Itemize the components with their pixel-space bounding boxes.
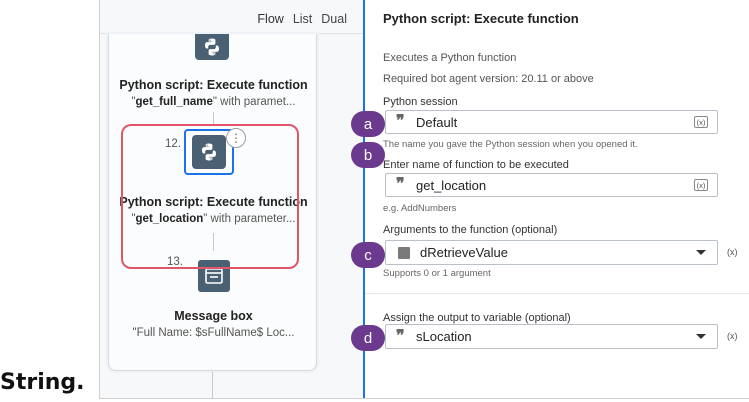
arguments-select[interactable]: dRetrieveValue [385,240,718,265]
section-divider [365,293,749,294]
tab-dual[interactable]: Dual [321,12,347,29]
tab-list[interactable]: List [293,12,312,29]
chevron-down-icon[interactable] [696,250,706,255]
arguments-label: Arguments to the function (optional) [383,224,558,236]
python-session-value: Default [416,114,458,130]
callout-badge-c: c [351,242,385,268]
tab-flow[interactable]: Flow [257,12,283,29]
insert-variable-icon[interactable]: (x) [694,116,708,128]
more-options-icon[interactable]: ⋮ [226,128,246,148]
dictionary-icon [398,246,410,259]
step-13-subtitle: "Full Name: $sFullName$ Loc... [132,327,295,339]
function-name-input[interactable]: ❞ get_location (x) [385,173,718,197]
output-value: sLocation [416,329,472,344]
insert-variable-icon[interactable]: (x) [727,247,738,257]
python-session-input[interactable]: ❞ Default (x) [385,110,718,134]
function-name-value: get_location [416,177,487,193]
python-icon[interactable] [192,135,226,169]
quote-icon: ❞ [396,327,405,345]
python-session-label: Python session [383,96,458,108]
app-screenshot: Flow List Dual Python script: Execute fu… [99,0,749,399]
view-tabs: Flow List Dual [257,12,347,29]
function-name-hint: e.g. AddNumbers [383,203,457,214]
callout-badge-d: d [351,325,385,351]
action-description: Executes a Python function [383,52,517,64]
properties-panel: Python script: Execute function Executes… [365,0,749,398]
required-version: Required bot agent version: 20.11 or abo… [383,73,594,85]
output-label: Assign the output to variable (optional) [383,312,571,324]
chevron-down-icon[interactable] [696,334,706,339]
output-select[interactable]: ❞ sLocation [385,324,718,349]
python-icon[interactable] [195,34,229,60]
python-session-hint: The name you gave the Python session whe… [383,139,638,150]
flow-panel: Flow List Dual Python script: Execute fu… [100,0,363,398]
insert-variable-icon[interactable]: (x) [694,179,708,191]
step-11-subtitle: "get_full_name" with paramet... [131,96,296,108]
step-11-title: Python script: Execute function [119,78,308,92]
caption-text: String. [0,370,85,395]
quote-icon: ❞ [396,176,405,193]
panel-title: Python script: Execute function [383,11,579,26]
connector-line [213,112,214,124]
arguments-hint: Supports 0 or 1 argument [383,268,491,279]
arguments-value: dRetrieveValue [420,245,508,260]
step-13-title: Message box [174,309,253,323]
callout-badge-b: b [351,142,385,168]
function-name-label: Enter name of function to be executed [383,159,569,171]
callout-badge-a: a [351,111,385,137]
connector-line [212,372,213,398]
insert-variable-icon[interactable]: (x) [727,331,738,341]
quote-icon: ❞ [396,113,405,130]
